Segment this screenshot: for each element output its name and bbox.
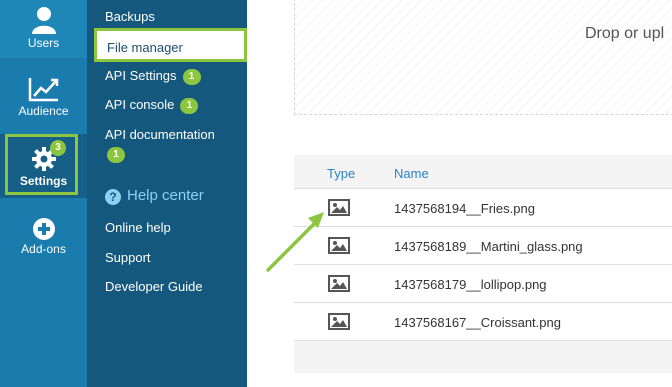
menu-api-settings[interactable]: API Settings 1 xyxy=(105,68,201,85)
table-row[interactable]: 1437568179__lollipop.png xyxy=(294,265,672,303)
nav-addons-label: Add-ons xyxy=(21,242,66,256)
menu-backups[interactable]: Backups xyxy=(105,9,155,24)
menu-file-manager-label: File manager xyxy=(107,40,183,55)
nav-audience[interactable]: Audience xyxy=(0,68,87,128)
menu-api-console-label: API console xyxy=(105,97,175,112)
file-name[interactable]: 1437568194__Fries.png xyxy=(394,201,535,216)
file-name[interactable]: 1437568189__Martini_glass.png xyxy=(394,239,583,254)
menu-api-documentation[interactable]: API documentation 1 xyxy=(105,127,215,163)
table-header: Type Name xyxy=(294,155,672,189)
highlight-box xyxy=(5,134,78,195)
menu-api-console[interactable]: API console 1 xyxy=(105,97,199,114)
upload-dropzone[interactable]: Drop or upl xyxy=(294,0,672,115)
settings-submenu: Backups File manager API Settings 1 API c… xyxy=(87,0,247,387)
chart-icon xyxy=(28,78,58,102)
menu-api-documentation-label: API documentation xyxy=(105,127,215,142)
plus-circle-icon xyxy=(32,218,55,240)
annotation-arrow-icon xyxy=(266,212,324,272)
help-center-label: Help center xyxy=(127,187,204,204)
menu-api-settings-label: API Settings xyxy=(105,68,177,83)
dropzone-text: Drop or upl xyxy=(585,25,665,42)
nav-users-label: Users xyxy=(27,36,60,50)
question-icon: ? xyxy=(105,189,121,205)
api-documentation-badge: 1 xyxy=(107,147,125,163)
app-root: Users Audience 3 Settings Add-ons Backup… xyxy=(0,0,672,387)
file-table: Type Name 1437568194__Fries.png 14375681… xyxy=(294,155,672,373)
api-settings-badge: 1 xyxy=(182,69,201,85)
image-icon xyxy=(328,313,350,330)
table-row[interactable]: 1437568194__Fries.png xyxy=(294,189,672,227)
file-manager-panel: Drop or upl Type Name 1437568194__Fries.… xyxy=(247,0,672,387)
settings-badge: 3 xyxy=(50,140,66,156)
image-icon xyxy=(328,275,350,292)
column-header-name[interactable]: Name xyxy=(394,166,429,181)
table-row[interactable]: 1437568189__Martini_glass.png xyxy=(294,227,672,265)
nav-settings[interactable]: 3 Settings xyxy=(0,134,87,198)
menu-developer-guide[interactable]: Developer Guide xyxy=(105,279,203,294)
table-row[interactable]: 1437568167__Croissant.png xyxy=(294,303,672,341)
file-name[interactable]: 1437568179__lollipop.png xyxy=(394,277,547,292)
menu-online-help[interactable]: Online help xyxy=(105,220,171,235)
nav-audience-label: Audience xyxy=(18,104,69,118)
file-name[interactable]: 1437568167__Croissant.png xyxy=(394,315,561,330)
api-console-badge: 1 xyxy=(180,98,199,114)
help-center-heading: ? Help center xyxy=(105,187,204,205)
menu-file-manager[interactable]: File manager xyxy=(94,28,247,62)
column-header-type[interactable]: Type xyxy=(327,166,355,181)
primary-nav-rail: Users Audience 3 Settings Add-ons xyxy=(0,0,87,387)
nav-users[interactable]: Users xyxy=(0,0,87,58)
nav-addons[interactable]: Add-ons xyxy=(0,210,87,270)
user-icon xyxy=(31,7,56,34)
menu-support[interactable]: Support xyxy=(105,250,151,265)
